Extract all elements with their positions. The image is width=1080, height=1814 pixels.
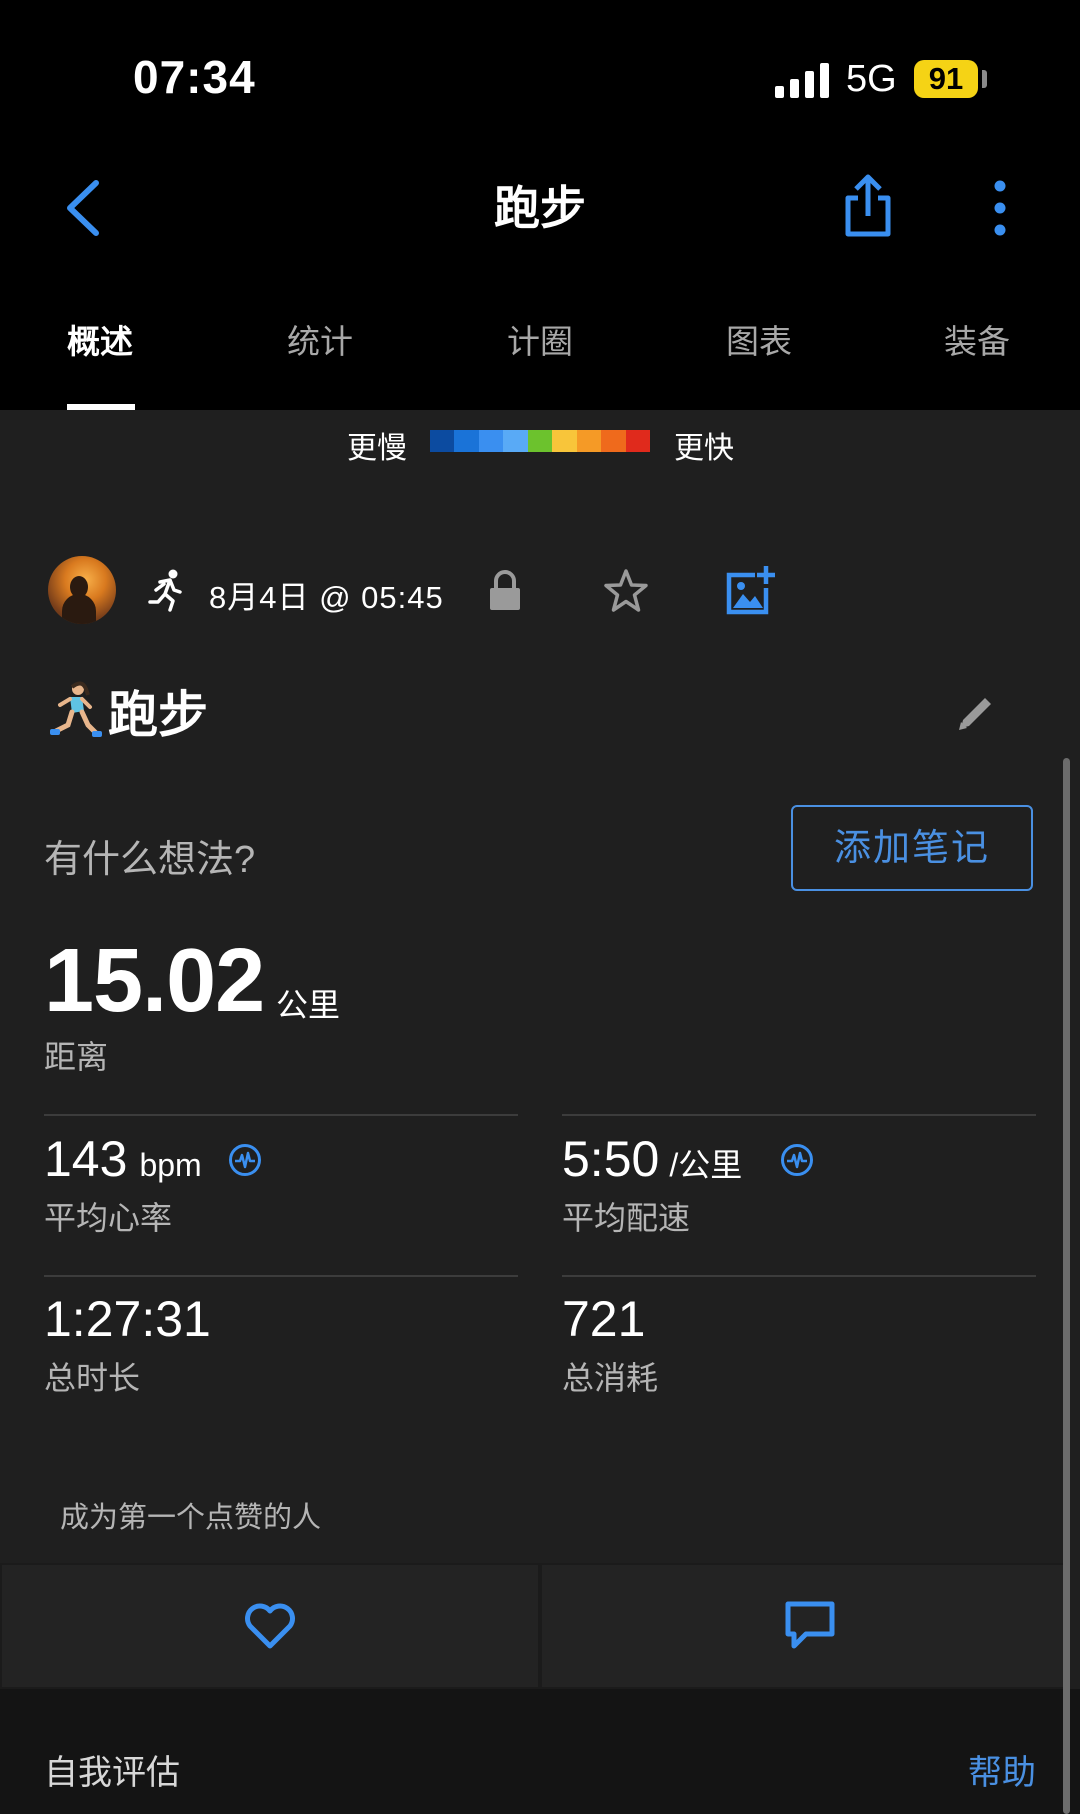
runner-emoji-icon — [50, 681, 102, 737]
self-evaluation-label: 自我评估 — [44, 1754, 180, 1792]
running-icon — [148, 569, 182, 612]
star-icon[interactable] — [603, 568, 649, 614]
add-photo-icon[interactable] — [725, 566, 775, 616]
comment-icon[interactable] — [784, 1600, 836, 1650]
avatar[interactable] — [48, 556, 116, 624]
calories-label: 总消耗 — [562, 1360, 659, 1396]
divider — [44, 1114, 518, 1116]
activity-date: 8月4日 @ 05:45 — [209, 580, 444, 615]
add-note-button[interactable]: 添加笔记 — [791, 805, 1033, 891]
tab-laps[interactable]: 计圈 — [507, 315, 573, 363]
battery-nub — [982, 70, 987, 88]
avg-pace-label: 平均配速 — [562, 1200, 691, 1236]
legend-swatch-8 — [625, 430, 650, 452]
pace-source-icon[interactable] — [780, 1143, 814, 1177]
legend-slow-label: 更慢 — [347, 432, 407, 465]
tab-stats[interactable]: 统计 — [287, 315, 353, 363]
legend-swatch-5 — [552, 430, 577, 452]
share-icon[interactable] — [840, 172, 896, 238]
activity-title: 跑步 — [48, 675, 208, 747]
active-tab-indicator — [67, 404, 135, 410]
help-link[interactable]: 帮助 — [968, 1745, 1036, 1794]
edit-pencil-icon[interactable] — [955, 692, 997, 734]
heart-icon[interactable] — [243, 1600, 297, 1650]
avg-pace-value: 5:50 — [562, 1131, 660, 1187]
avg-hr-label: 平均心率 — [44, 1200, 173, 1236]
lock-icon[interactable] — [488, 568, 522, 612]
legend-swatch-3 — [503, 430, 528, 452]
tab-overview[interactable]: 概述 — [67, 315, 133, 363]
distance-value: 15.02 — [44, 931, 265, 1031]
battery-indicator: 91 — [914, 60, 978, 98]
legend-swatch-2 — [478, 430, 504, 452]
legend-swatch-4 — [527, 430, 553, 452]
signal-icon — [775, 62, 830, 98]
legend-swatch-7 — [601, 430, 626, 452]
status-time: 07:34 — [133, 51, 256, 103]
page-title: 跑步 — [494, 182, 586, 234]
divider — [562, 1275, 1036, 1277]
likes-text: 成为第一个点赞的人 — [60, 1502, 322, 1534]
legend-swatch-6 — [576, 430, 602, 452]
distance-unit: 公里 — [276, 987, 341, 1023]
scrollbar[interactable] — [1063, 758, 1070, 1814]
divider — [44, 1275, 518, 1277]
legend-swatch-0 — [430, 430, 455, 452]
legend-swatch-1 — [454, 430, 479, 452]
distance-label: 距离 — [44, 1039, 109, 1075]
activity-title-text: 跑步 — [108, 687, 208, 743]
avg-hr-unit: bpm — [139, 1147, 202, 1183]
avg-hr-value: 143 — [44, 1131, 128, 1187]
notes-prompt: 有什么想法? — [44, 839, 256, 881]
legend-fast-label: 更快 — [674, 432, 734, 465]
avatar-silhouette-body — [62, 594, 96, 624]
tab-charts[interactable]: 图表 — [726, 315, 792, 363]
tab-gear[interactable]: 装备 — [944, 315, 1010, 363]
duration-value: 1:27:31 — [44, 1291, 211, 1347]
calories-value: 721 — [562, 1291, 646, 1347]
divider — [562, 1114, 1036, 1116]
pace-color-legend — [430, 430, 650, 452]
more-options-icon[interactable] — [985, 178, 1015, 238]
avg-pace-unit: /公里 — [669, 1147, 743, 1183]
duration-label: 总时长 — [44, 1360, 141, 1396]
heart-rate-source-icon[interactable] — [228, 1143, 262, 1177]
avg-hr-stat: 143 bpm — [44, 1130, 202, 1188]
avg-pace-stat: 5:50 /公里 — [562, 1130, 742, 1188]
network-type: 5G — [846, 58, 897, 100]
